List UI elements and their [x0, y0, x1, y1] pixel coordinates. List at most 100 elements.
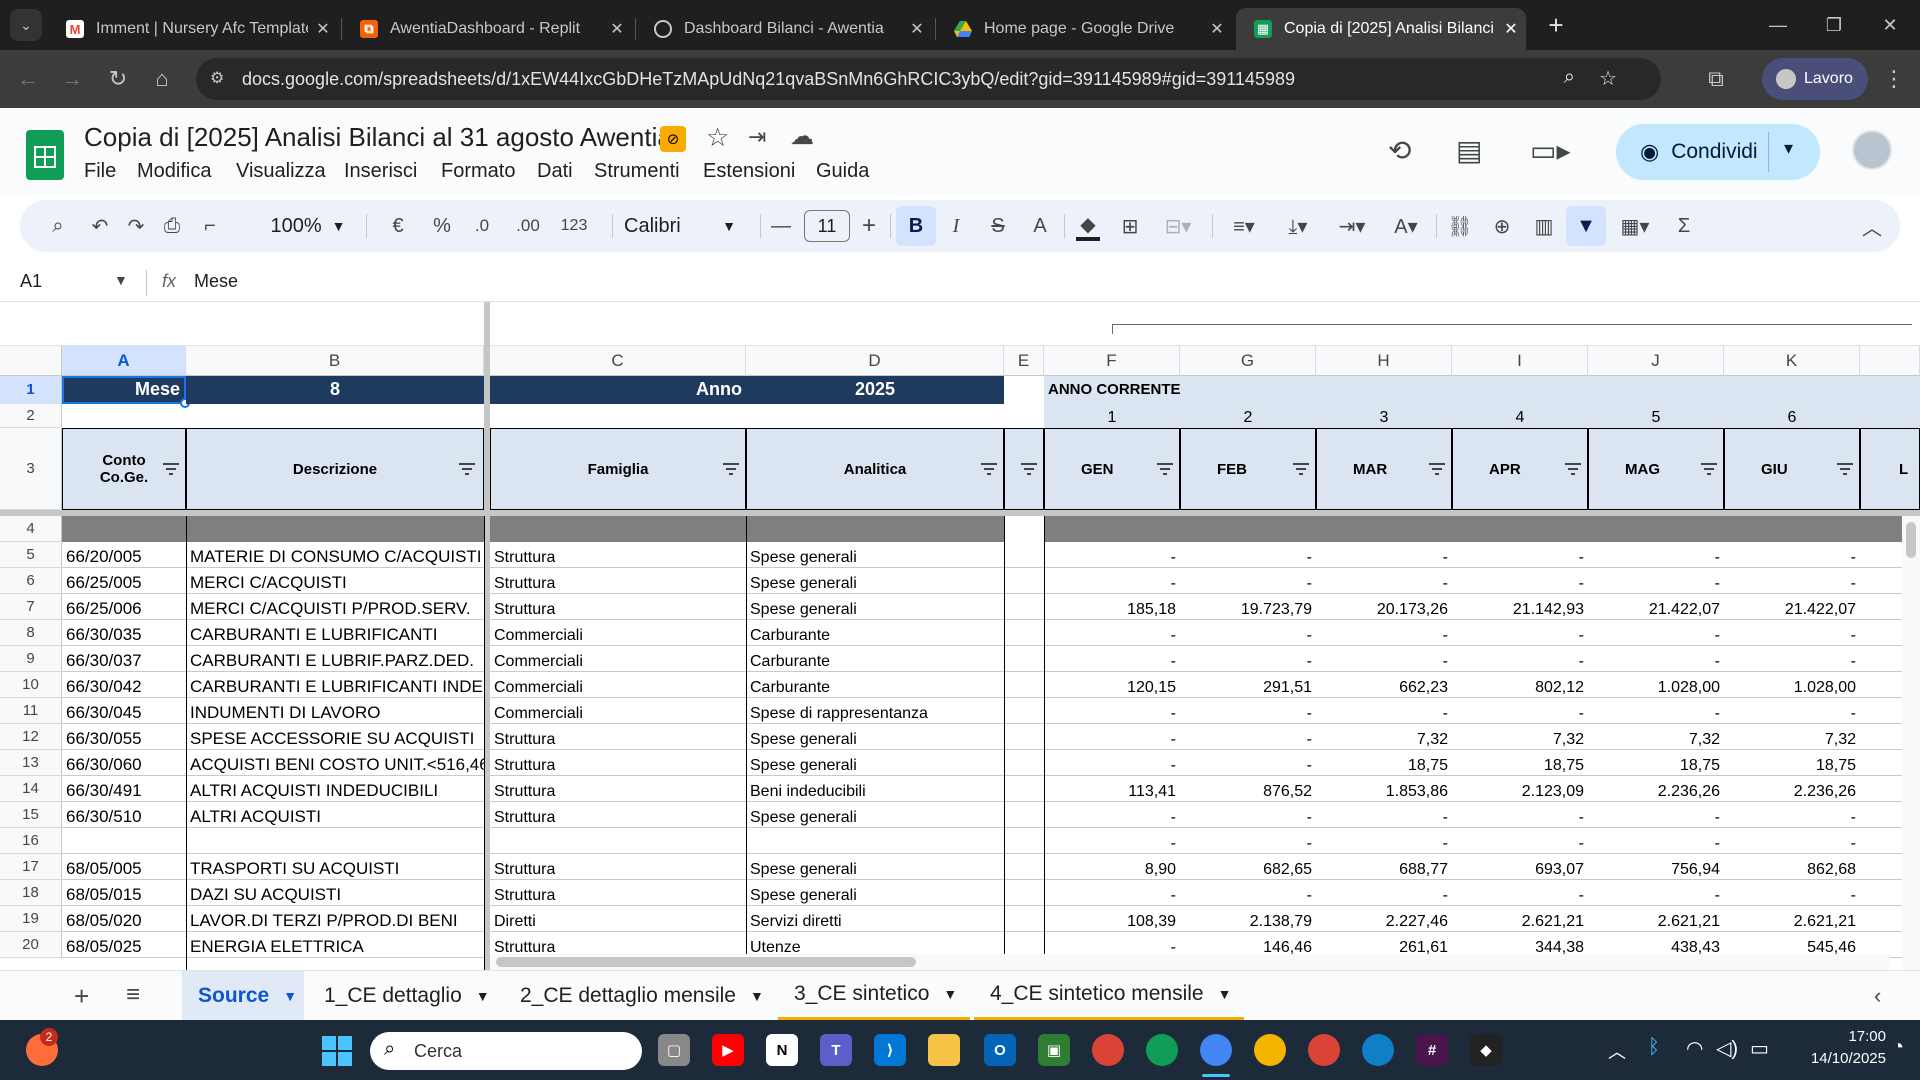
menu-guida[interactable]: Guida	[816, 160, 869, 183]
more-formats-button[interactable]: 123	[554, 212, 594, 240]
cell-month-value[interactable]: -	[1180, 542, 1316, 568]
filter-icon[interactable]	[1292, 462, 1310, 476]
cell-month-value[interactable]: -	[1180, 802, 1316, 828]
cell-month-value[interactable]: 185,18	[1044, 594, 1180, 620]
cell-month-value[interactable]: 7,32	[1724, 724, 1860, 750]
cell-month-value[interactable]: -	[1588, 542, 1724, 568]
cell-month-value[interactable]: -	[1452, 880, 1588, 906]
cell-month-value[interactable]: -	[1180, 880, 1316, 906]
youtube-icon[interactable]: ▶	[712, 1034, 744, 1066]
cell-conto[interactable]	[62, 828, 186, 854]
slack-icon[interactable]: #	[1416, 1034, 1448, 1066]
cell-month-value[interactable]: -	[1452, 542, 1588, 568]
cell-month-value[interactable]: -	[1180, 750, 1316, 776]
insert-comment-icon[interactable]: ⊕	[1486, 212, 1518, 240]
cell-month-value[interactable]: -	[1452, 828, 1588, 854]
cell-month-value[interactable]: 18,75	[1316, 750, 1452, 776]
notifications-icon[interactable]: ◔	[1892, 1036, 1904, 1059]
star-icon[interactable]: ☆	[706, 122, 729, 153]
header-analitica[interactable]: Analitica	[746, 428, 1004, 510]
filter-icon[interactable]	[1020, 462, 1038, 476]
row-header[interactable]: 4	[0, 516, 62, 542]
cell-month-value[interactable]: -	[1180, 568, 1316, 594]
filter-icon[interactable]	[1700, 462, 1718, 476]
row-header[interactable]: 3	[0, 428, 62, 510]
menu-formato[interactable]: Formato	[441, 160, 515, 183]
vertical-align-icon[interactable]: ⤓▾	[1276, 212, 1320, 240]
text-wrap-icon[interactable]: ⇥▾	[1330, 212, 1374, 240]
cell-conto[interactable]: 66/30/037	[62, 646, 186, 672]
cell-analitica[interactable]: Spese generali	[746, 594, 1004, 620]
cell-month-value[interactable]: 19.723,79	[1180, 594, 1316, 620]
cell-month-value[interactable]: -	[1588, 568, 1724, 594]
row-header[interactable]: 20	[0, 932, 62, 958]
cell-month-value[interactable]: -	[1724, 646, 1860, 672]
cell-month-value[interactable]: 2.227,46	[1316, 906, 1452, 932]
month-number[interactable]: 2	[1180, 404, 1316, 428]
reload-icon[interactable]: ↻	[102, 63, 134, 95]
percent-format-button[interactable]: %	[428, 212, 456, 240]
column-header-a[interactable]: A	[62, 346, 186, 376]
cell-month-value[interactable]: 2.138,79	[1180, 906, 1316, 932]
month-number[interactable]: 5	[1588, 404, 1724, 428]
cell-analitica[interactable]: Spese generali	[746, 568, 1004, 594]
cell-month-value[interactable]: -	[1588, 698, 1724, 724]
cell-month-value[interactable]: -	[1044, 724, 1180, 750]
cell-month-value[interactable]: -	[1452, 620, 1588, 646]
functions-icon[interactable]: Σ	[1668, 212, 1700, 240]
row-header[interactable]: 18	[0, 880, 62, 906]
cell-month-value[interactable]: -	[1588, 802, 1724, 828]
cell-month-value[interactable]: 2.621,21	[1452, 906, 1588, 932]
cell-month-value[interactable]: 802,12	[1452, 672, 1588, 698]
chrome-icon[interactable]	[1092, 1034, 1124, 1066]
cell-month-value[interactable]: 756,94	[1588, 854, 1724, 880]
chrome-icon[interactable]	[1254, 1034, 1286, 1066]
row-header[interactable]: 5	[0, 542, 62, 568]
window-close-icon[interactable]: ✕	[1874, 9, 1906, 41]
cell-month-value[interactable]: -	[1588, 646, 1724, 672]
header-descrizione[interactable]: Descrizione	[186, 428, 484, 510]
cell-descrizione[interactable]: INDUMENTI DI LAVORO	[186, 698, 484, 724]
horizontal-scrollbar[interactable]	[490, 954, 1890, 970]
month-number[interactable]: 4	[1452, 404, 1588, 428]
column-header-d[interactable]: D	[746, 346, 1004, 376]
filter-icon[interactable]	[162, 462, 180, 476]
cell-month-value[interactable]: -	[1724, 802, 1860, 828]
notion-icon[interactable]: N	[766, 1034, 798, 1066]
row-header[interactable]: 6	[0, 568, 62, 594]
cell-month-value[interactable]: -	[1044, 802, 1180, 828]
row-header[interactable]: 8	[0, 620, 62, 646]
filter-icon[interactable]	[1564, 462, 1582, 476]
browser-tab[interactable]: Dashboard Bilanci - Awentia ✕	[636, 8, 932, 50]
cell-month-value[interactable]: 291,51	[1180, 672, 1316, 698]
cell-month-value[interactable]: 18,75	[1588, 750, 1724, 776]
all-sheets-icon[interactable]: ≡	[126, 981, 140, 1009]
cell-month-value[interactable]: -	[1452, 568, 1588, 594]
cell-famiglia[interactable]: Struttura	[490, 802, 746, 828]
row-header[interactable]: 7	[0, 594, 62, 620]
cloud-status-icon[interactable]: ☁	[790, 122, 814, 151]
column-header-g[interactable]: G	[1180, 346, 1316, 376]
filter-icon[interactable]	[458, 462, 476, 476]
bluetooth-icon[interactable]: ᛒ	[1648, 1036, 1660, 1059]
filter-icon[interactable]	[1428, 462, 1446, 476]
menu-estensioni[interactable]: Estensioni	[703, 160, 795, 183]
cell-descrizione[interactable]: LAVOR.DI TERZI P/PROD.DI BENI	[186, 906, 484, 932]
cell-month-value[interactable]: -	[1724, 542, 1860, 568]
cell-conto[interactable]: 66/30/035	[62, 620, 186, 646]
cell-analitica[interactable]: Servizi diretti	[746, 906, 1004, 932]
cell-descrizione[interactable]: CARBURANTI E LUBRIFICANTI INDED	[186, 672, 484, 698]
increase-decimal-button[interactable]: .00	[508, 212, 548, 240]
column-header-i[interactable]: I	[1452, 346, 1588, 376]
merge-cells-icon[interactable]: ⊟▾	[1156, 212, 1200, 240]
bold-button[interactable]: B	[896, 206, 936, 246]
cell-descrizione[interactable]: TRASPORTI SU ACQUISTI	[186, 854, 484, 880]
filter-icon[interactable]: ▼	[1566, 206, 1606, 246]
cell-month-value[interactable]: -	[1180, 646, 1316, 672]
cell-month-value[interactable]: 2.236,26	[1724, 776, 1860, 802]
cell-conto[interactable]: 66/25/005	[62, 568, 186, 594]
cell-famiglia[interactable]: Commerciali	[490, 620, 746, 646]
column-header-k[interactable]: K	[1724, 346, 1860, 376]
collapse-toolbar-icon[interactable]: ︿	[1858, 212, 1886, 240]
browser-tab[interactable]: M Imment | Nursery Afc Template ✕	[48, 8, 338, 50]
